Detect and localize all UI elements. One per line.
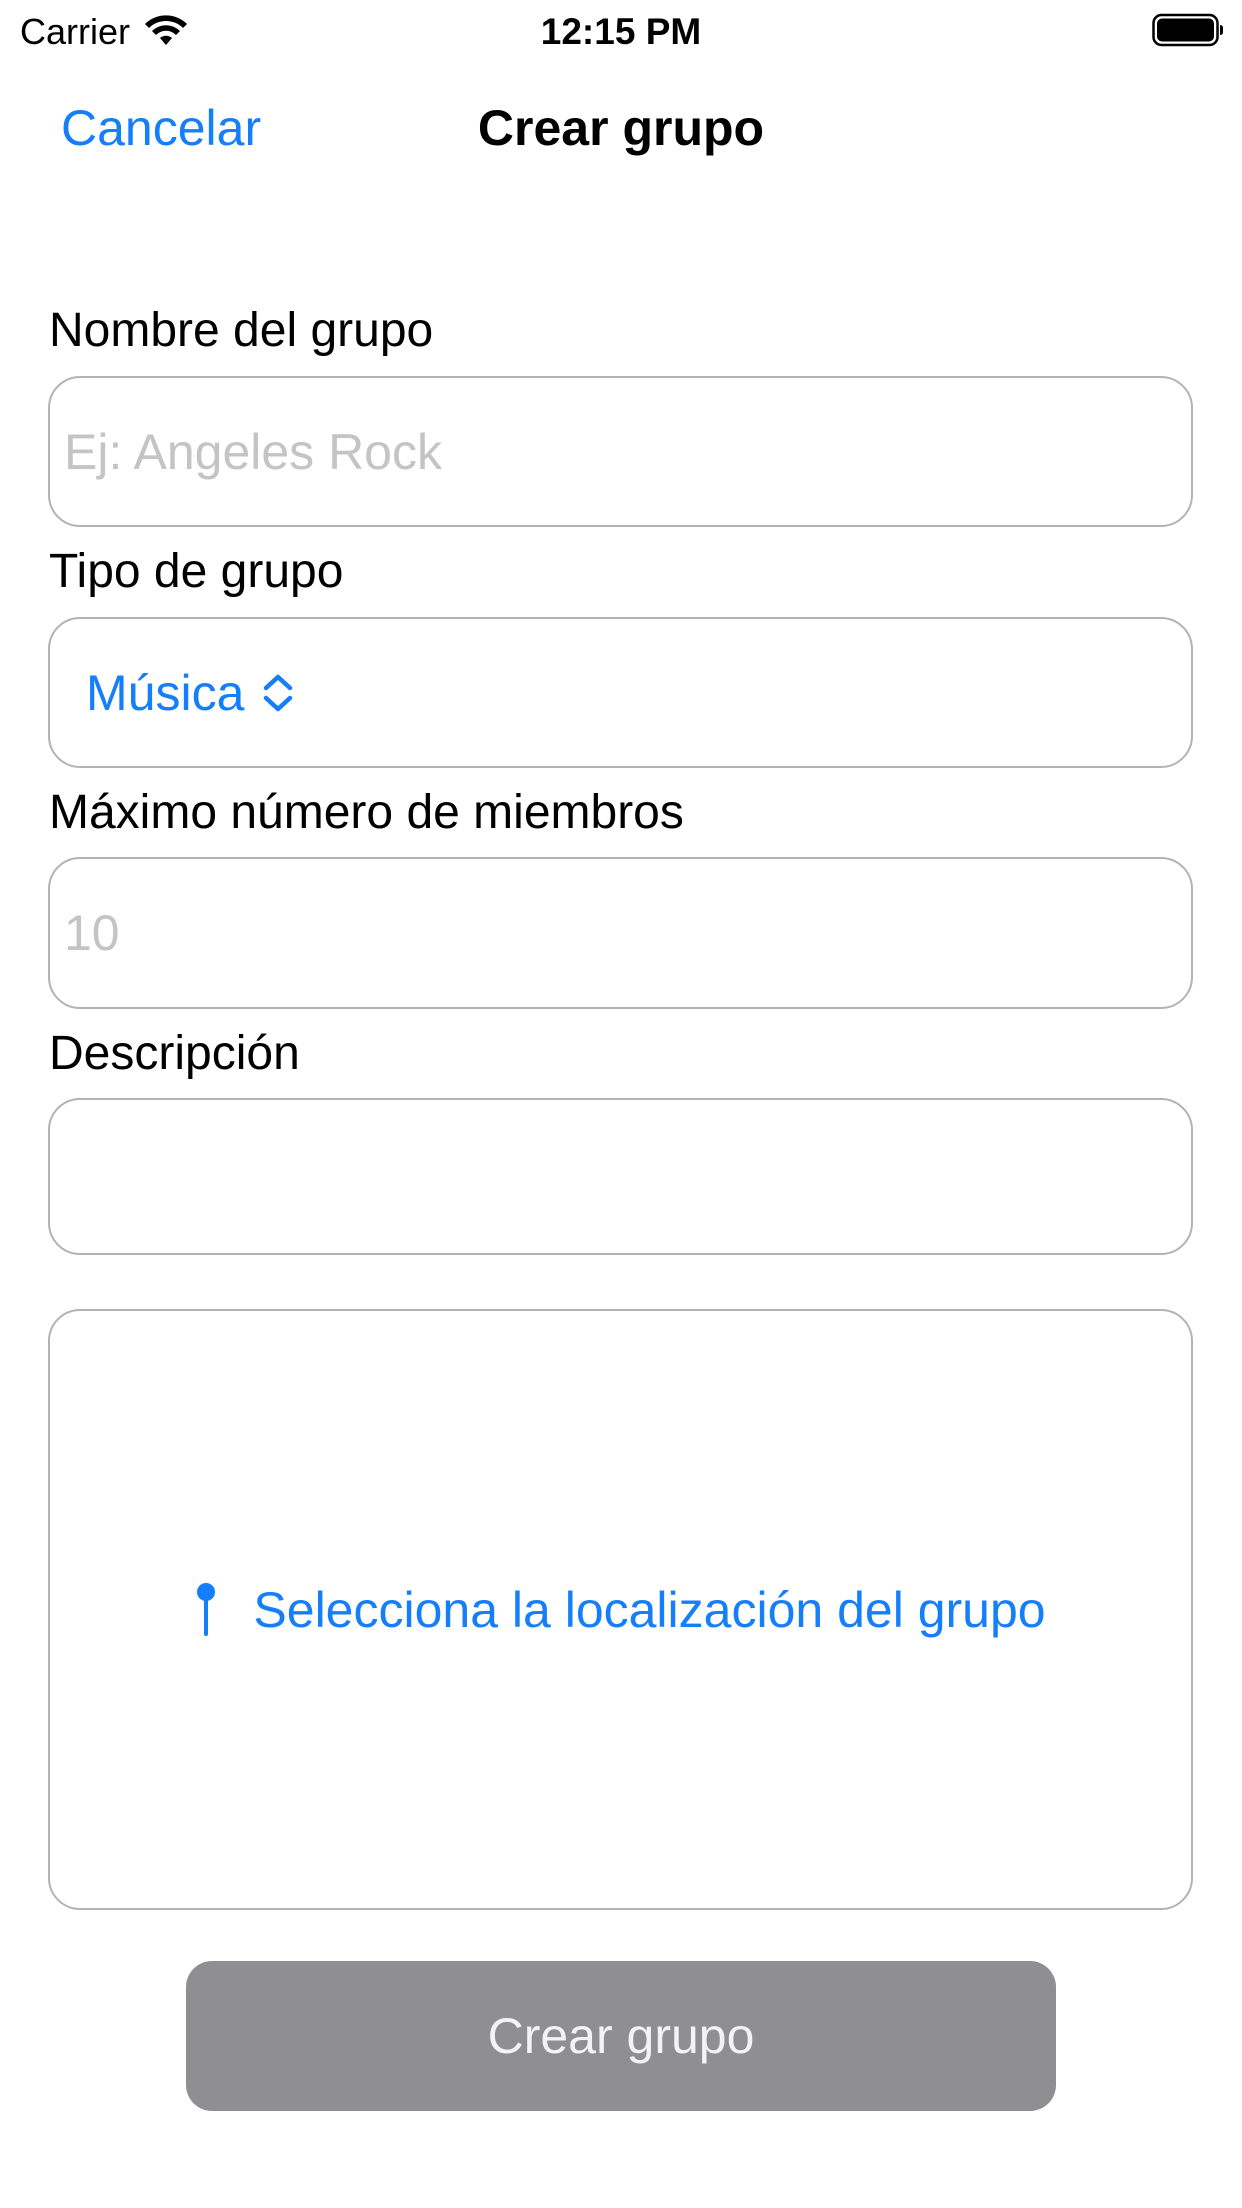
- battery-icon: [1152, 13, 1223, 47]
- group-name-label: Nombre del grupo: [49, 304, 434, 357]
- group-type-label: Tipo de grupo: [49, 545, 344, 598]
- group-type-picker[interactable]: Música: [86, 619, 296, 766]
- group-type-value: Música: [86, 664, 245, 721]
- group-name-field: [48, 376, 1193, 527]
- description-label: Descripción: [49, 1027, 300, 1080]
- map-pin-icon: [197, 1582, 216, 1636]
- select-location-label: Selecciona la localización del grupo: [253, 1581, 1046, 1638]
- chevron-up-down-icon: [264, 674, 293, 711]
- max-members-input[interactable]: [64, 859, 1177, 1007]
- group-type-field: Música: [48, 617, 1193, 768]
- group-name-input[interactable]: [64, 378, 1177, 525]
- status-time: 12:15 PM: [540, 11, 702, 52]
- description-field: [48, 1098, 1193, 1255]
- create-group-label: Crear grupo: [487, 2008, 755, 2064]
- max-members-field: [48, 857, 1193, 1009]
- select-location-button[interactable]: Selecciona la localización del grupo: [50, 1311, 1191, 1908]
- create-group-button[interactable]: Crear grupo: [186, 1961, 1056, 2111]
- max-members-label: Máximo número de miembros: [49, 786, 684, 839]
- description-input[interactable]: [64, 1100, 1177, 1253]
- location-box: Selecciona la localización del grupo: [48, 1309, 1193, 1910]
- cancel-button[interactable]: Cancelar: [61, 96, 261, 160]
